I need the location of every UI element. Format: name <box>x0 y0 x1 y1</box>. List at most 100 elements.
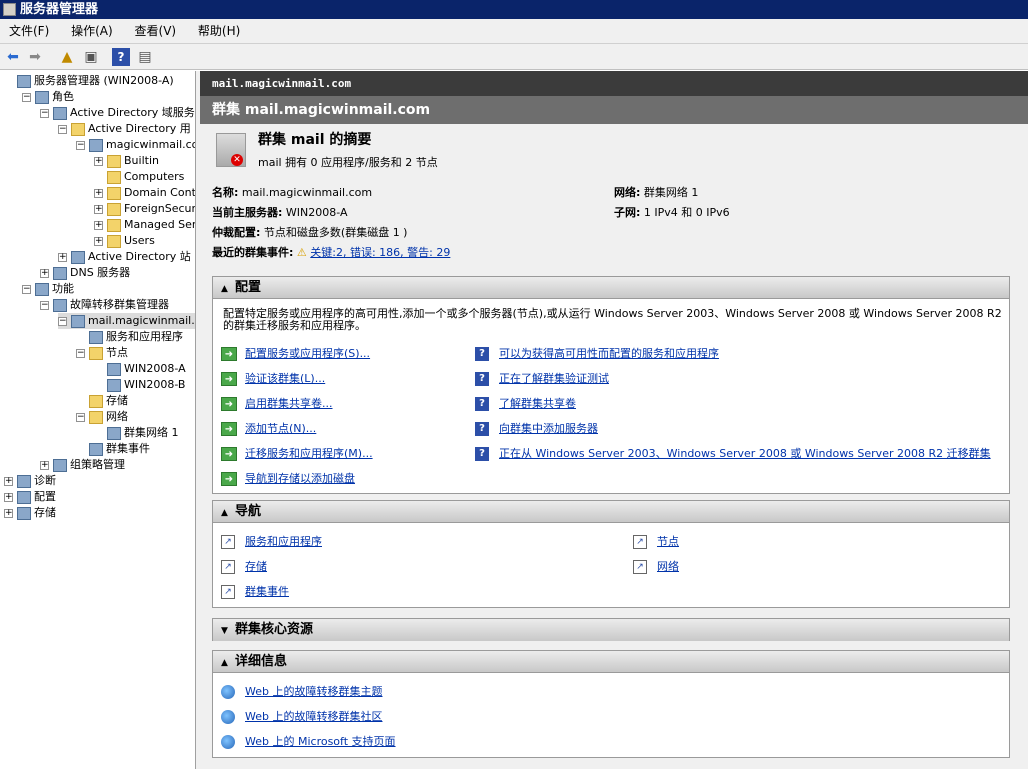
page-title: 群集 mail.magicwinmail.com <box>200 96 1028 124</box>
cluster-icon <box>53 298 67 312</box>
collapse-icon[interactable]: − <box>76 412 85 422</box>
tree-node[interactable]: + Active Directory 站 <box>58 249 191 265</box>
config-help-link[interactable]: 可以为获得高可用性而配置的服务和应用程序 <box>499 347 719 360</box>
details-item-link[interactable]: Web 上的 Microsoft 支持页面 <box>245 735 396 748</box>
forward-icon[interactable]: ➡ <box>26 48 44 66</box>
subnet-row: 子网: 1 IPv4 和 0 IPv6 <box>614 206 730 219</box>
config-section-header[interactable]: ▲ 配置 <box>213 277 1009 299</box>
nav-item-link[interactable]: 节点 <box>657 535 679 548</box>
tree-node[interactable]: − 故障转移群集管理器 <box>40 297 169 313</box>
expand-icon[interactable]: + <box>40 268 49 278</box>
events-link[interactable]: 关键:2, 错误: 186, 警告: 29 <box>310 246 450 259</box>
expand-icon[interactable]: + <box>94 156 103 166</box>
expand-icon[interactable]: + <box>4 492 13 502</box>
back-icon[interactable]: ⬅ <box>4 48 22 66</box>
config-action-link[interactable]: 验证该群集(L)... <box>245 372 325 385</box>
menu-action[interactable]: 操作(A) <box>62 19 122 44</box>
tree-node[interactable]: + 存储 <box>4 505 56 521</box>
expand-icon[interactable]: + <box>4 476 13 486</box>
collapse-icon[interactable]: − <box>40 108 49 118</box>
tree-node[interactable]: + Managed Serv <box>94 217 195 233</box>
expand-icon[interactable]: + <box>58 252 67 262</box>
tree-node[interactable]: + Users <box>94 233 155 249</box>
nav-item-link[interactable]: 群集事件 <box>245 585 289 598</box>
expand-icon[interactable]: + <box>94 236 103 246</box>
network-row: 网络: 群集网络 1 <box>614 186 699 199</box>
menu-help[interactable]: 帮助(H) <box>189 19 249 44</box>
tree-node-label: 功能 <box>52 282 74 295</box>
collapse-icon[interactable]: − <box>58 316 67 326</box>
tree-node[interactable]: − 功能 <box>22 281 74 297</box>
tree-node[interactable]: + ForeignSecur <box>94 201 195 217</box>
config-help-link[interactable]: 了解群集共享卷 <box>499 397 576 410</box>
expand-icon[interactable]: + <box>4 508 13 518</box>
action-pane-icon[interactable]: ▤ <box>136 48 154 66</box>
config-action-link[interactable]: 导航到存储以添加磁盘 <box>245 472 355 485</box>
core-resources-header[interactable]: ▼ 群集核心资源 <box>213 619 1009 641</box>
expand-icon: ▼ <box>221 626 228 636</box>
tree-node[interactable]: Computers <box>94 169 184 185</box>
collapse-icon[interactable]: − <box>76 140 85 150</box>
config-action-link[interactable]: 启用群集共享卷... <box>245 397 333 410</box>
tree-node[interactable]: + DNS 服务器 <box>40 265 130 281</box>
config-action-link[interactable]: 迁移服务和应用程序(M)... <box>245 447 373 460</box>
config-action-link[interactable]: 配置服务或应用程序(S)... <box>245 347 370 360</box>
navigation-section-header[interactable]: ▲ 导航 <box>213 501 1009 523</box>
up-folder-icon[interactable]: ▲ <box>58 48 76 66</box>
tree-node-label: DNS 服务器 <box>70 266 131 279</box>
action-arrow-icon: ➜ <box>221 397 237 411</box>
tree-node[interactable]: + 配置 <box>4 489 56 505</box>
config-help-link[interactable]: 向群集中添加服务器 <box>499 422 598 435</box>
help-icon[interactable]: ? <box>112 48 130 66</box>
collapse-icon[interactable]: − <box>22 92 31 102</box>
tree-node[interactable]: − Active Directory 用 <box>58 121 191 137</box>
menu-file[interactable]: 文件(F) <box>0 19 58 44</box>
expand-icon[interactable]: + <box>94 188 103 198</box>
collapse-icon[interactable]: − <box>76 348 85 358</box>
details-pane: mail.magicwinmail.com 群集 mail.magicwinma… <box>200 71 1028 769</box>
tree-node[interactable]: 群集网络 1 <box>94 425 179 441</box>
tree-node[interactable]: WIN2008-A <box>94 361 186 377</box>
tree-node[interactable]: 服务和应用程序 <box>76 329 183 345</box>
show-hide-tree-icon[interactable]: ▣ <box>82 48 100 66</box>
services-icon <box>89 330 103 344</box>
tree-node[interactable]: 服务器管理器 (WIN2008-A) <box>4 73 174 89</box>
config-action-link[interactable]: 添加节点(N)... <box>245 422 316 435</box>
menu-view[interactable]: 查看(V) <box>126 19 186 44</box>
tree-node[interactable]: + 组策略管理 <box>40 457 125 473</box>
config-help-link[interactable]: 正在了解群集验证测试 <box>499 372 609 385</box>
collapse-icon[interactable]: − <box>40 300 49 310</box>
server-manager-icon <box>17 74 31 88</box>
details-section-header[interactable]: ▲ 详细信息 <box>213 651 1009 673</box>
details-item-link[interactable]: Web 上的故障转移群集主题 <box>245 685 382 698</box>
expand-icon[interactable]: + <box>94 220 103 230</box>
tree-node[interactable]: + 诊断 <box>4 473 56 489</box>
collapse-icon: ▲ <box>221 284 228 294</box>
tree-node[interactable]: − Active Directory 域服务 <box>40 105 195 121</box>
collapse-icon[interactable]: − <box>58 124 67 134</box>
tree-node[interactable]: − 角色 <box>22 89 74 105</box>
tree-node[interactable]: − mail.magicwinmail.c <box>58 313 195 329</box>
expand-icon[interactable]: + <box>94 204 103 214</box>
tree-node[interactable]: 群集事件 <box>76 441 150 457</box>
tree-node[interactable]: 存储 <box>76 393 128 409</box>
expand-icon[interactable]: + <box>40 460 49 470</box>
shortcut-icon: ↗ <box>221 585 235 599</box>
tree-node[interactable]: + Builtin <box>94 153 159 169</box>
nav-item-link[interactable]: 服务和应用程序 <box>245 535 322 548</box>
nav-item-link[interactable]: 存储 <box>245 560 267 573</box>
config-help-link[interactable]: 正在从 Windows Server 2003、Windows Server 2… <box>499 447 991 460</box>
tree-node-label: WIN2008-A <box>124 362 186 375</box>
tree-node[interactable]: WIN2008-B <box>94 377 185 393</box>
config-icon <box>17 490 31 504</box>
tree-node[interactable]: + Domain Contr <box>94 185 195 201</box>
details-item-link[interactable]: Web 上的故障转移群集社区 <box>245 710 382 723</box>
shortcut-icon: ↗ <box>633 535 647 549</box>
config-section: ▲ 配置 配置特定服务或应用程序的高可用性,添加一个或多个服务器(节点),或从运行… <box>212 276 1010 494</box>
help-icon: ? <box>475 397 489 411</box>
tree-node[interactable]: − 节点 <box>76 345 128 361</box>
tree-node[interactable]: − magicwinmail.com <box>76 137 195 153</box>
tree-node[interactable]: − 网络 <box>76 409 128 425</box>
collapse-icon[interactable]: − <box>22 284 31 294</box>
nav-item-link[interactable]: 网络 <box>657 560 679 573</box>
